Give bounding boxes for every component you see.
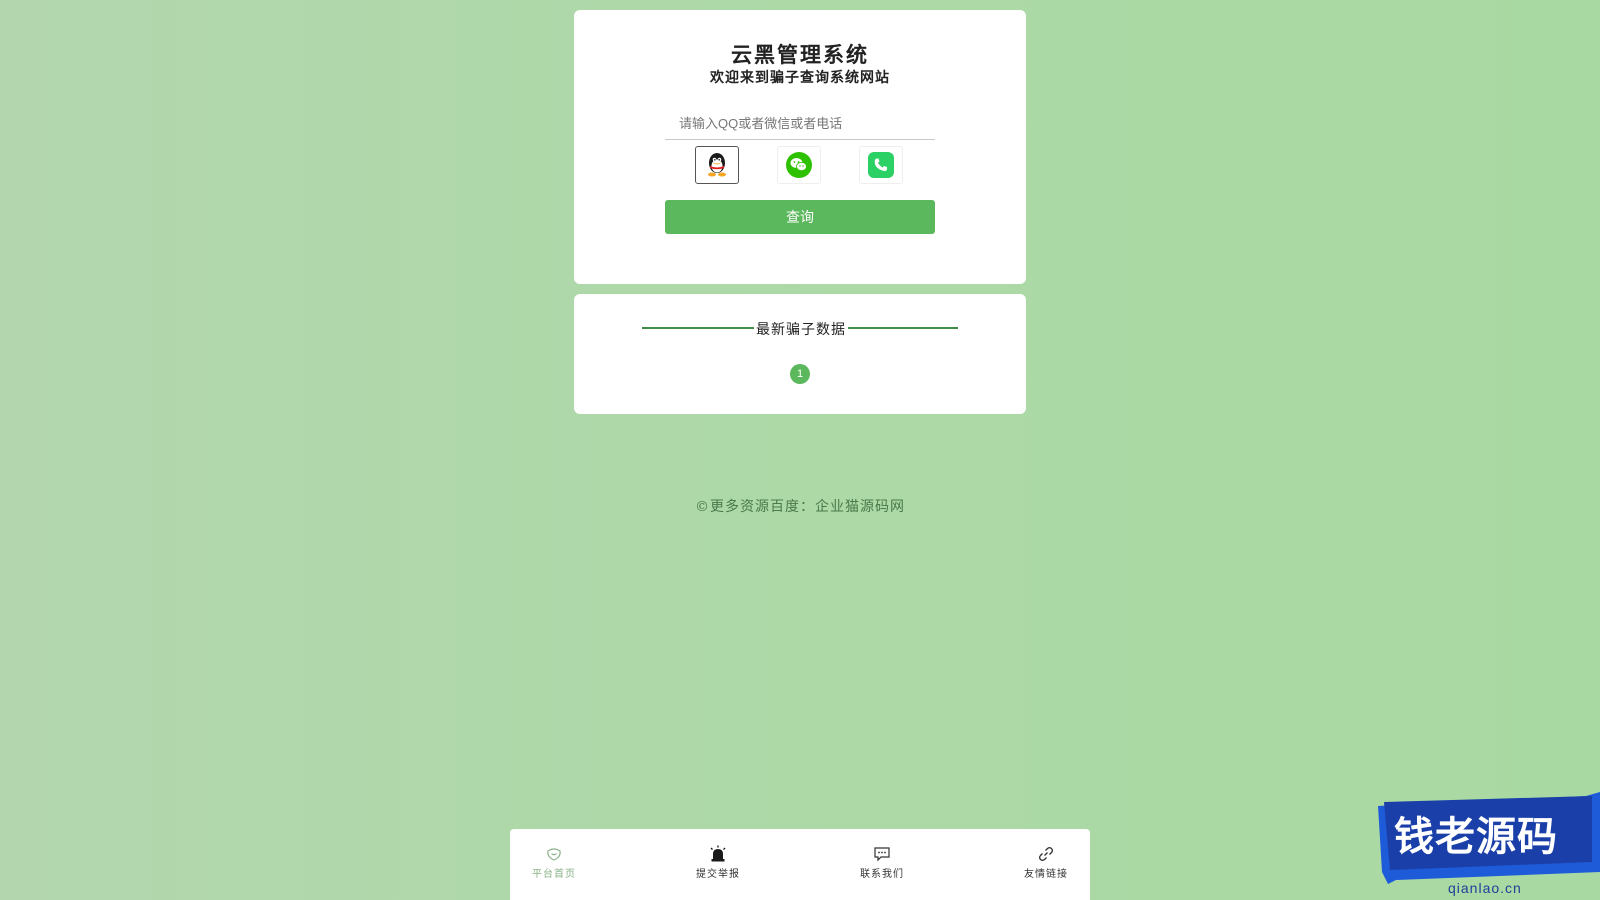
nav-label-links: 友情链接: [1024, 869, 1068, 880]
page-subtitle: 欢迎来到骗子查询系统网站: [710, 70, 890, 86]
section-divider-right: [848, 327, 958, 329]
nav-item-report[interactable]: 提交举报: [678, 845, 758, 880]
phone-type-button[interactable]: [859, 146, 903, 184]
phone-icon: [868, 152, 894, 178]
qq-penguin-icon: [708, 153, 726, 177]
search-card: 云黑管理系统 欢迎来到骗子查询系统网站 请输入QQ或者微信或者电话 查询: [574, 10, 1026, 284]
wechat-icon: [786, 152, 812, 178]
bottom-nav: 平台首页 提交举报 联系我们 友情链接: [510, 829, 1090, 900]
link-icon: [1039, 847, 1053, 861]
nav-label-contact: 联系我们: [860, 869, 904, 880]
page-title: 云黑管理系统: [731, 42, 869, 67]
alarm-icon: [710, 845, 726, 862]
section-divider-left: [642, 327, 754, 329]
wechat-type-button[interactable]: [777, 146, 821, 184]
footer-copyright: ©更多资源百度：企业猫源码网: [695, 499, 905, 515]
search-input[interactable]: [665, 108, 935, 140]
chat-icon: [874, 847, 890, 862]
nav-item-home[interactable]: 平台首页: [514, 845, 594, 880]
watermark-text: 钱老源码: [1394, 814, 1558, 860]
home-icon: [547, 848, 561, 861]
nav-label-report: 提交举报: [696, 869, 740, 880]
watermark-url: qianlao.cn: [1448, 880, 1522, 896]
nav-item-links[interactable]: 友情链接: [1006, 845, 1086, 880]
pagination-page[interactable]: 1: [790, 364, 810, 384]
latest-data-card: 最新骗子数据 1: [574, 294, 1026, 414]
qq-type-button[interactable]: [695, 146, 739, 184]
query-button[interactable]: 查询: [665, 200, 935, 234]
nav-item-contact[interactable]: 联系我们: [842, 845, 922, 880]
latest-data-title: 最新骗子数据: [756, 322, 846, 338]
nav-label-home: 平台首页: [532, 869, 576, 880]
watermark-logo: 钱老源码 qianlao.cn: [1376, 792, 1600, 900]
